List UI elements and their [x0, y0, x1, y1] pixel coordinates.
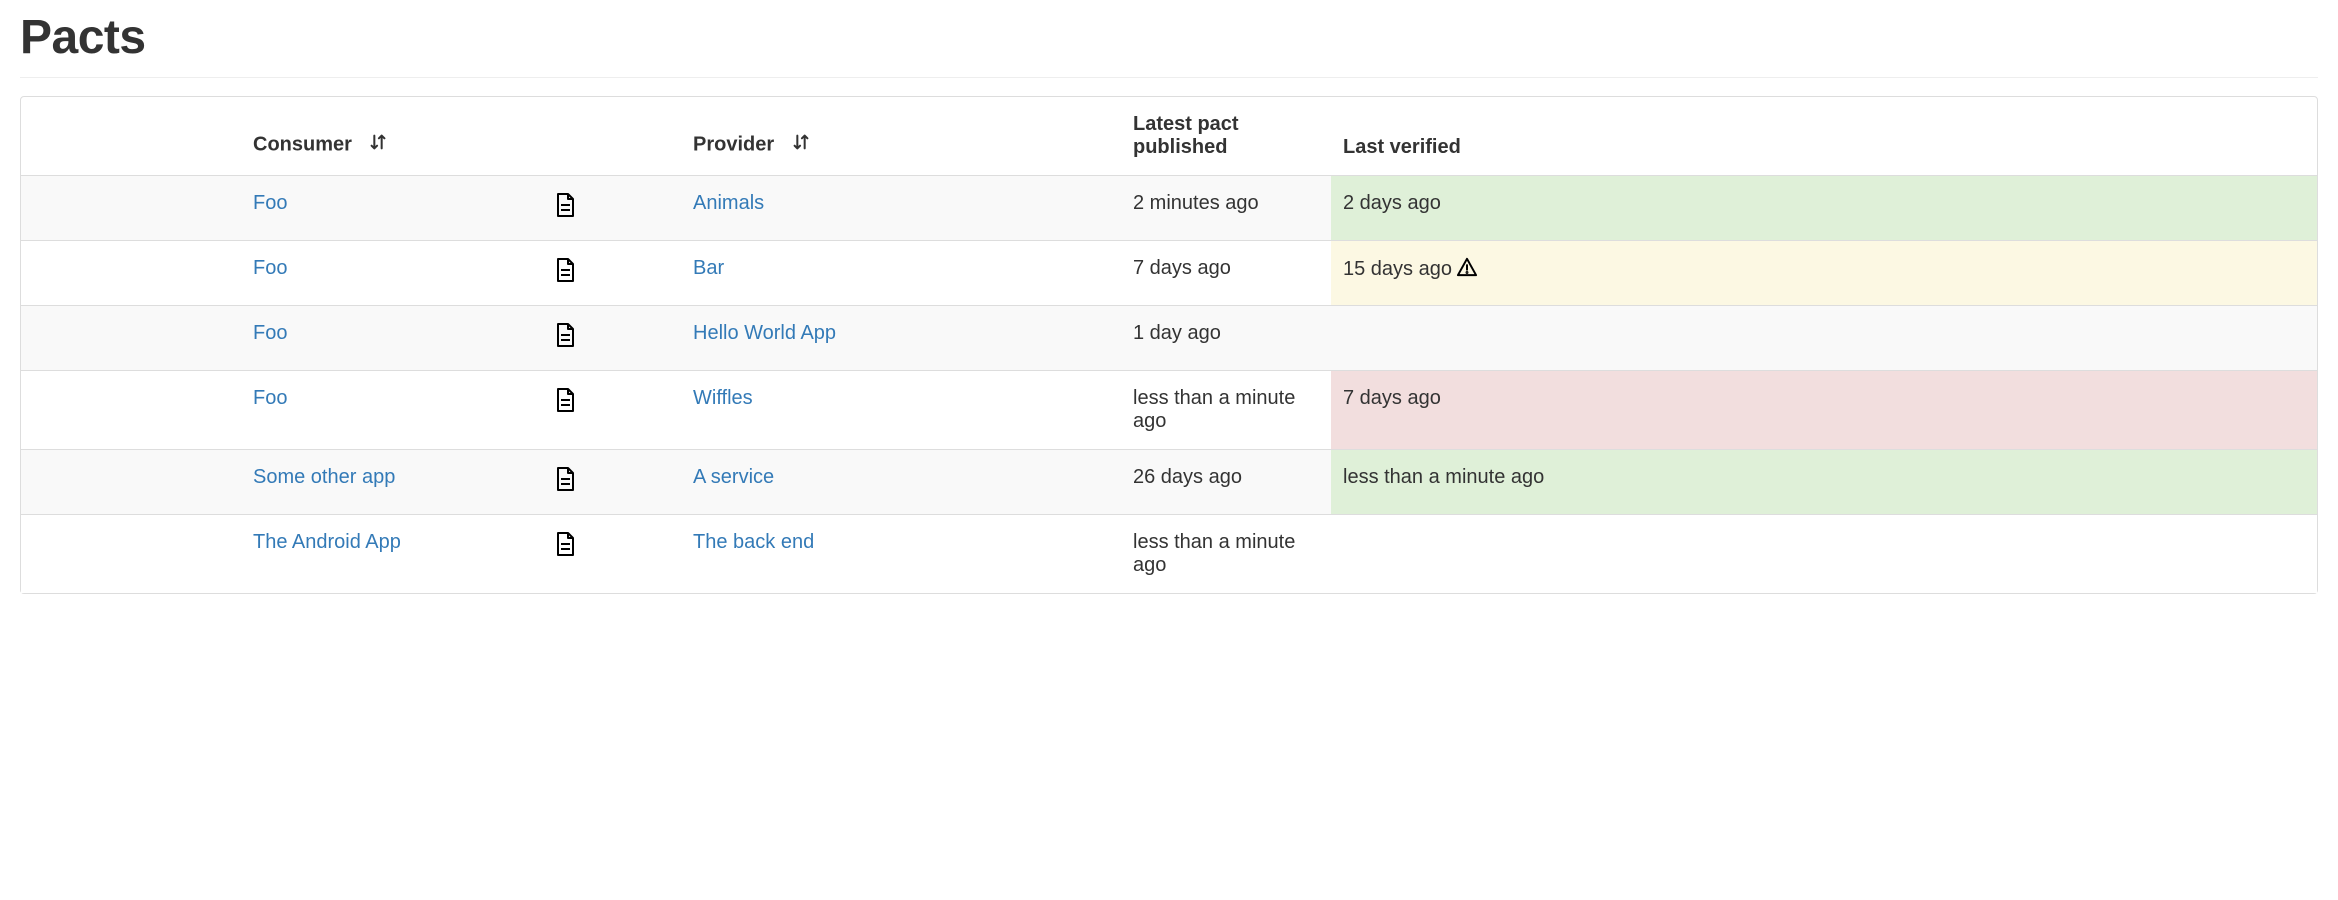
sort-icon[interactable] — [790, 131, 812, 159]
row-spacer — [21, 514, 241, 593]
provider-cell: The back end — [681, 514, 1121, 593]
row-spacer — [21, 175, 241, 240]
consumer-cell: Foo — [241, 240, 541, 305]
table-row: Foo Wiffles less than a minute ago 7 days a… — [21, 370, 2317, 449]
provider-cell: Animals — [681, 175, 1121, 240]
header-provider-label: Provider — [693, 133, 774, 155]
header-consumer-label: Consumer — [253, 133, 352, 155]
pact-doc-cell — [541, 514, 681, 593]
pact-doc-cell — [541, 175, 681, 240]
table-row: Foo Animals 2 minutes ago 2 days ago — [21, 175, 2317, 240]
row-spacer — [21, 449, 241, 514]
consumer-cell: Foo — [241, 370, 541, 449]
latest-published-cell: less than a minute ago — [1121, 370, 1331, 449]
table-header-row: Consumer Provider — [21, 97, 2317, 175]
row-spacer — [21, 240, 241, 305]
header-last-verified[interactable]: Last verified — [1331, 97, 2317, 175]
header-doc-spacer — [541, 97, 681, 175]
document-icon[interactable] — [553, 257, 577, 289]
pacts-table: Consumer Provider — [20, 96, 2318, 594]
header-provider[interactable]: Provider — [681, 97, 1121, 175]
provider-cell: A service — [681, 449, 1121, 514]
consumer-cell: Foo — [241, 175, 541, 240]
last-verified-text: 2 days ago — [1343, 192, 1441, 214]
last-verified-cell — [1331, 305, 2317, 370]
pact-doc-cell — [541, 370, 681, 449]
document-icon[interactable] — [553, 531, 577, 563]
row-spacer — [21, 305, 241, 370]
header-consumer[interactable]: Consumer — [241, 97, 541, 175]
last-verified-text: 7 days ago — [1343, 387, 1441, 409]
provider-cell: Bar — [681, 240, 1121, 305]
document-icon[interactable] — [553, 322, 577, 354]
document-icon[interactable] — [553, 466, 577, 498]
consumer-link[interactable]: Some other app — [253, 466, 395, 488]
consumer-link[interactable]: Foo — [253, 387, 287, 409]
provider-link[interactable]: Hello World App — [693, 322, 836, 344]
provider-cell: Wiffles — [681, 370, 1121, 449]
document-icon[interactable] — [553, 192, 577, 224]
latest-published-cell: less than a minute ago — [1121, 514, 1331, 593]
last-verified-cell: 7 days ago — [1331, 370, 2317, 449]
last-verified-cell: 2 days ago — [1331, 175, 2317, 240]
warning-icon — [1456, 257, 1478, 283]
last-verified-cell: 15 days ago — [1331, 240, 2317, 305]
consumer-link[interactable]: Foo — [253, 257, 287, 279]
last-verified-cell — [1331, 514, 2317, 593]
header-last-verified-label: Last verified — [1343, 136, 1461, 158]
last-verified-text: 15 days ago — [1343, 258, 1452, 280]
header-spacer — [21, 97, 241, 175]
last-verified-cell: less than a minute ago — [1331, 449, 2317, 514]
table-row: The Android App The back end less than a m… — [21, 514, 2317, 593]
document-icon[interactable] — [553, 387, 577, 419]
provider-link[interactable]: Bar — [693, 257, 724, 279]
header-latest-published-label: Latest pact published — [1133, 113, 1239, 158]
provider-link[interactable]: A service — [693, 466, 774, 488]
pact-doc-cell — [541, 449, 681, 514]
provider-link[interactable]: Animals — [693, 192, 764, 214]
row-spacer — [21, 370, 241, 449]
header-latest-published[interactable]: Latest pact published — [1121, 97, 1331, 175]
consumer-link[interactable]: Foo — [253, 192, 287, 214]
page-title: Pacts — [20, 10, 2318, 78]
consumer-cell: Some other app — [241, 449, 541, 514]
table-row: Some other app A service 26 days ago less t… — [21, 449, 2317, 514]
consumer-link[interactable]: Foo — [253, 322, 287, 344]
pact-doc-cell — [541, 240, 681, 305]
consumer-cell: The Android App — [241, 514, 541, 593]
table-row: Foo Hello World App 1 day ago — [21, 305, 2317, 370]
provider-link[interactable]: Wiffles — [693, 387, 753, 409]
consumer-link[interactable]: The Android App — [253, 531, 401, 553]
latest-published-cell: 1 day ago — [1121, 305, 1331, 370]
consumer-cell: Foo — [241, 305, 541, 370]
latest-published-cell: 7 days ago — [1121, 240, 1331, 305]
provider-link[interactable]: The back end — [693, 531, 814, 553]
last-verified-text: less than a minute ago — [1343, 466, 1544, 488]
provider-cell: Hello World App — [681, 305, 1121, 370]
sort-icon[interactable] — [367, 131, 389, 159]
table-row: Foo Bar 7 days ago 15 days ago — [21, 240, 2317, 305]
latest-published-cell: 26 days ago — [1121, 449, 1331, 514]
latest-published-cell: 2 minutes ago — [1121, 175, 1331, 240]
pact-doc-cell — [541, 305, 681, 370]
